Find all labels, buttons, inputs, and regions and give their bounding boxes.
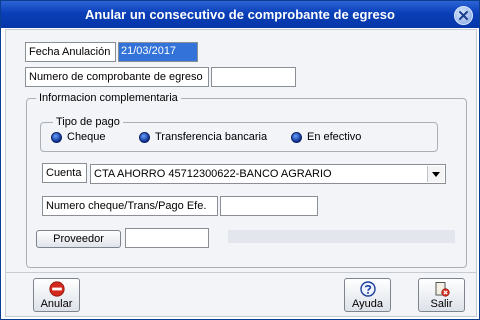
radio-dot-icon — [51, 131, 62, 143]
dialog-body: Fecha Anulación 21/03/2017 Numero de com… — [5, 29, 477, 317]
close-button[interactable] — [454, 6, 473, 25]
help-icon — [360, 281, 376, 297]
radio-transferencia[interactable]: Transferencia bancaria — [139, 131, 267, 143]
cuenta-label: Cuenta — [42, 163, 87, 183]
informacion-complementaria-title: Informacion complementaria — [36, 92, 181, 104]
salir-button[interactable]: Salir — [418, 278, 465, 312]
numero-comprobante-input[interactable] — [211, 67, 296, 87]
numero-comprobante-label: Numero de comprobante de egreso — [25, 67, 209, 87]
radio-transferencia-label: Transferencia bancaria — [155, 131, 268, 143]
salir-label: Salir — [430, 298, 453, 310]
radio-dot-icon — [291, 131, 302, 143]
ayuda-label: Ayuda — [352, 298, 383, 310]
anular-button[interactable]: Anular — [33, 278, 80, 312]
ayuda-button[interactable]: Ayuda — [344, 278, 391, 312]
proveedor-button[interactable]: Proveedor — [36, 230, 121, 248]
fecha-anulacion-label: Fecha Anulación — [25, 42, 116, 62]
window-title: Anular un consecutivo de comprobante de … — [85, 7, 395, 22]
radio-efectivo[interactable]: En efectivo — [291, 131, 361, 143]
no-entry-icon — [49, 281, 65, 297]
proveedor-input[interactable] — [125, 228, 209, 248]
radio-cheque-label: Cheque — [67, 131, 106, 143]
tipo-pago-title: Tipo de pago — [53, 116, 123, 128]
radio-efectivo-label: En efectivo — [307, 131, 362, 143]
dropdown-arrow-button[interactable] — [427, 166, 444, 182]
cuenta-select[interactable]: CTA AHORRO 45712300622-BANCO AGRARIO — [90, 164, 446, 184]
chevron-down-icon — [432, 172, 440, 177]
cuenta-value: CTA AHORRO 45712300622-BANCO AGRARIO — [94, 168, 332, 180]
fecha-anulacion-input[interactable]: 21/03/2017 — [118, 42, 198, 62]
numero-cheque-label: Numero cheque/Trans/Pago Efe. — [42, 196, 218, 216]
footer-divider — [6, 272, 476, 273]
radio-cheque[interactable]: Cheque — [51, 131, 106, 143]
close-icon — [459, 11, 468, 20]
proveedor-name-display — [228, 230, 455, 243]
title-bar: Anular un consecutivo de comprobante de … — [1, 1, 479, 28]
anular-label: Anular — [40, 298, 73, 310]
dialog-window: Anular un consecutivo de comprobante de … — [0, 0, 480, 320]
numero-cheque-input[interactable] — [220, 196, 318, 216]
exit-door-icon — [435, 282, 450, 297]
radio-dot-icon — [139, 131, 150, 143]
